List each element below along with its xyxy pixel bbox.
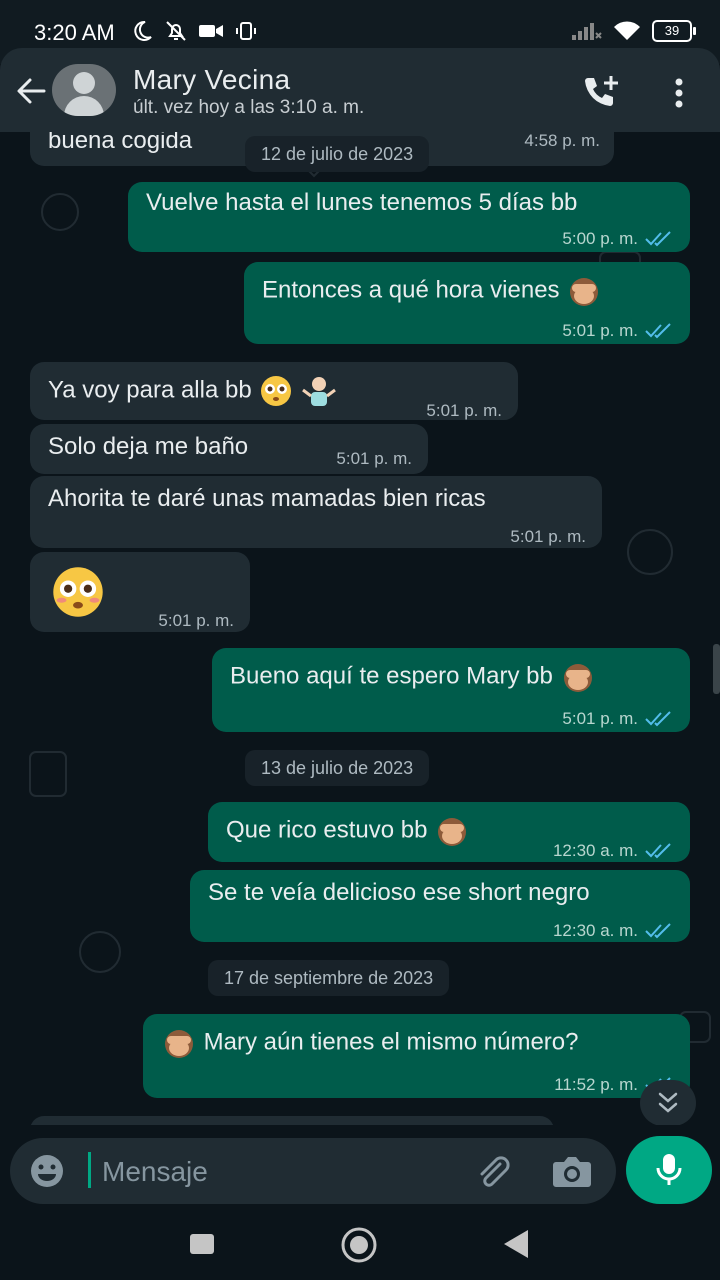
message-time: 5:01 p. m. <box>510 527 586 546</box>
message-bubble-outgoing[interactable]: Bueno aquí te espero Mary bb 5:01 p. m. <box>212 648 690 732</box>
message-time: 5:01 p. m. <box>426 401 502 420</box>
see-no-evil-monkey-emoji-icon <box>165 1030 193 1058</box>
message-bubble-incoming[interactable]: Ya voy para alla bb 5:01 p. m. <box>30 362 518 420</box>
contact-name[interactable]: Mary Vecina <box>133 64 290 96</box>
message-text: buena cogida <box>48 132 193 154</box>
message-composer <box>10 1138 616 1204</box>
see-no-evil-monkey-emoji-icon <box>563 664 592 692</box>
message-text: Vuelve hasta el lunes tenemos 5 días bb <box>146 189 578 216</box>
notifications-off-icon <box>166 21 186 41</box>
see-no-evil-monkey-emoji-icon <box>570 278 599 306</box>
date-separator: 13 de julio de 2023 <box>245 750 430 786</box>
home-icon[interactable] <box>340 1226 378 1264</box>
more-vert-icon[interactable] <box>666 76 692 110</box>
message-bubble-outgoing[interactable]: Se te veía delicioso ese short negro 12:… <box>190 870 690 942</box>
wifi-icon <box>614 21 640 40</box>
message-bubble-incoming[interactable]: Solo deja me baño 5:01 p. m. <box>30 424 428 474</box>
mic-button[interactable] <box>626 1136 712 1204</box>
read-ticks-icon <box>645 711 671 727</box>
message-meta: 5:00 p. m. <box>562 224 674 254</box>
message-time: 12:30 a. m. <box>552 921 638 940</box>
recents-icon[interactable] <box>188 1232 216 1256</box>
message-meta: 5:01 p. m. <box>562 704 674 734</box>
message-time: 11:52 p. m. <box>554 1075 638 1094</box>
back-nav-icon[interactable] <box>500 1228 530 1260</box>
message-text: Ahorita te daré unas mamadas bien ricas <box>48 485 486 512</box>
message-text: Que rico estuvo bb <box>226 814 470 848</box>
last-seen-status: últ. vez hoy a las 3:10 a. m. <box>133 97 365 118</box>
scroll-down-icon <box>658 1092 678 1113</box>
message-time: 5:00 p. m. <box>562 229 638 248</box>
scrollbar-thumb[interactable] <box>713 644 720 694</box>
message-bubble-outgoing[interactable]: Vuelve hasta el lunes tenemos 5 días bb … <box>128 182 690 252</box>
message-meta: 12:30 a. m. <box>553 836 674 866</box>
avatar[interactable] <box>52 64 116 116</box>
date-separator: 17 de septiembre de 2023 <box>208 960 450 996</box>
message-time: 5:01 p. m. <box>562 321 638 340</box>
back-arrow-icon[interactable] <box>14 74 48 108</box>
message-time: 5:01 p. m. <box>562 709 638 728</box>
message-time: 5:01 p. m. <box>336 449 412 468</box>
see-no-evil-monkey-emoji-icon <box>438 818 467 846</box>
emoji-icon[interactable] <box>28 1152 66 1190</box>
message-bubble-incoming[interactable]: 5:01 p. m. <box>30 552 250 632</box>
message-text: Se te veía delicioso ese short negro <box>208 879 590 906</box>
message-text: Mary aún tienes el mismo número? <box>161 1026 579 1060</box>
text-cursor <box>88 1152 91 1188</box>
moon-icon <box>134 20 152 41</box>
message-time: 4:58 p. m. <box>524 132 600 150</box>
date-separator: 12 de julio de 2023 <box>245 136 430 172</box>
read-ticks-icon <box>645 843 671 859</box>
flushed-face-emoji-icon <box>261 376 292 406</box>
signal-icon <box>572 23 602 40</box>
message-text: Entonces a qué hora vienes <box>262 274 602 308</box>
attach-icon[interactable] <box>472 1152 512 1192</box>
message-bubble-outgoing[interactable]: Que rico estuvo bb 12:30 a. m. <box>208 802 690 862</box>
message-text: Ya voy para alla bb <box>48 374 337 408</box>
system-nav-bar <box>0 1208 720 1280</box>
video-icon <box>199 25 223 37</box>
read-ticks-icon <box>645 923 671 939</box>
mic-icon <box>656 1154 682 1185</box>
add-call-icon[interactable] <box>582 74 622 108</box>
read-ticks-icon <box>645 231 671 247</box>
message-input[interactable] <box>100 1150 464 1194</box>
camera-icon[interactable] <box>550 1154 594 1190</box>
shrug-emoji-icon <box>302 377 336 406</box>
message-bubble-outgoing[interactable]: Mary aún tienes el mismo número? 11:52 p… <box>143 1014 690 1098</box>
status-icons-left <box>130 19 258 43</box>
status-icons-right: 39 <box>570 20 696 42</box>
message-meta: 5:01 p. m. <box>562 316 674 346</box>
chat-header: Mary Vecina últ. vez hoy a las 3:10 a. m… <box>0 48 720 132</box>
message-bubble-incoming[interactable]: Ahorita te daré unas mamadas bien ricas … <box>30 476 602 548</box>
message-text: Solo deja me baño <box>48 433 249 460</box>
status-time: 3:20 AM <box>34 20 115 45</box>
message-text: Bueno aquí te espero Mary bb <box>230 660 596 694</box>
message-bubble-outgoing[interactable]: Entonces a qué hora vienes 5:01 p. m. <box>244 262 690 344</box>
flushed-face-emoji-icon <box>53 567 103 617</box>
read-ticks-icon <box>645 323 671 339</box>
message-meta: 12:30 a. m. <box>553 916 674 946</box>
battery-indicator: 39 <box>652 20 696 42</box>
message-time: 12:30 a. m. <box>552 841 638 860</box>
message-time: 5:01 p. m. <box>158 611 234 630</box>
scroll-down-button[interactable] <box>640 1080 696 1125</box>
message-bubble-incoming-partial[interactable] <box>30 1116 554 1125</box>
chat-area[interactable]: buena cogida 4:58 p. m. 12 de julio de 2… <box>0 132 720 1125</box>
vibrate-icon <box>236 22 256 40</box>
